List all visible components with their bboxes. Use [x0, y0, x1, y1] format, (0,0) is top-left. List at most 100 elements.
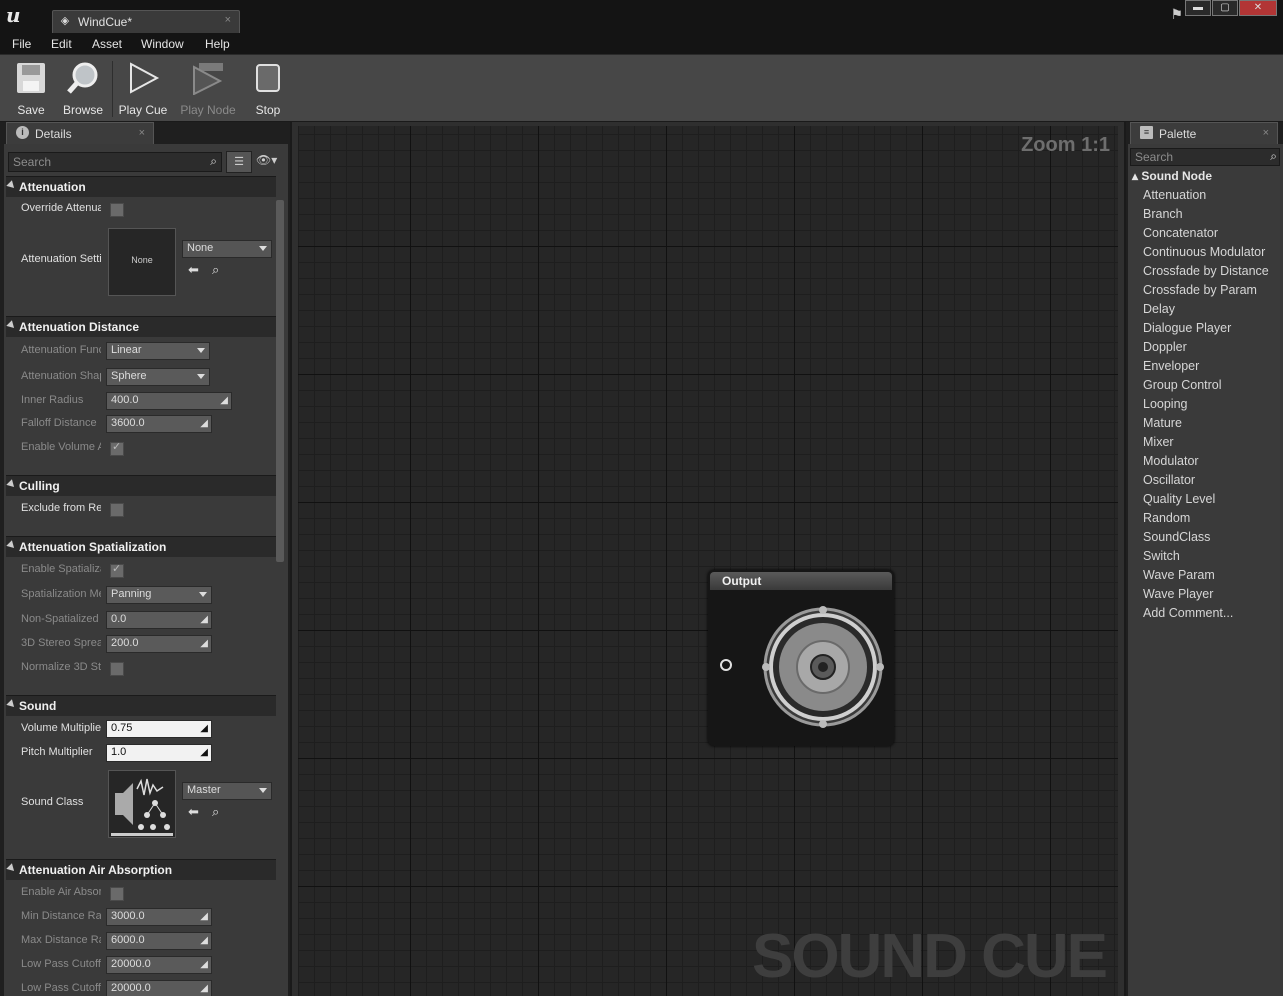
play-cue-button[interactable]: Play Cue	[116, 59, 170, 117]
max-distance-range-input[interactable]: 6000.0 ◢	[106, 932, 212, 950]
play-node-icon	[193, 63, 223, 95]
category-culling[interactable]: Culling	[6, 475, 276, 496]
palette-item[interactable]: Doppler	[1143, 340, 1187, 354]
category-attenuation-distance[interactable]: Attenuation Distance	[6, 316, 276, 337]
lowpass-max-input[interactable]: 20000.0 ◢	[106, 980, 212, 996]
document-tab[interactable]: ◈ WindCue* ×	[52, 10, 240, 33]
palette-item[interactable]: Add Comment...	[1143, 606, 1233, 620]
maximize-button[interactable]: ▢	[1212, 0, 1238, 16]
palette-item[interactable]: Random	[1143, 511, 1190, 525]
enable-spatialization-checkbox[interactable]	[110, 562, 124, 578]
browse-asset-icon[interactable]: ⌕	[212, 804, 219, 820]
palette-item[interactable]: Enveloper	[1143, 359, 1199, 373]
use-selected-arrow-icon[interactable]: ⬅	[188, 262, 199, 278]
category-attenuation-spatialization[interactable]: Attenuation Spatialization	[6, 536, 276, 557]
feedback-icon[interactable]: ⚑	[1170, 6, 1183, 23]
output-node[interactable]: Output	[708, 570, 894, 746]
category-air-absorption[interactable]: Attenuation Air Absorption	[6, 859, 276, 880]
browse-button[interactable]: Browse	[60, 59, 106, 117]
save-button[interactable]: Save	[8, 59, 54, 117]
palette-item[interactable]: Oscillator	[1143, 473, 1195, 487]
collapse-arrow-icon	[6, 699, 17, 710]
view-options-button[interactable]: ☰	[226, 151, 252, 173]
palette-item[interactable]: Mixer	[1143, 435, 1174, 449]
close-palette-tab-icon[interactable]: ×	[1263, 127, 1269, 139]
drag-handle-icon: ◢	[200, 723, 208, 734]
chevron-down-icon	[259, 246, 267, 251]
palette-category-sound-node[interactable]: ▴ Sound Node	[1132, 169, 1212, 183]
play-icon	[130, 62, 160, 94]
menu-bar: File Edit Asset Window Help	[0, 34, 1283, 54]
category-sound[interactable]: Sound	[6, 695, 276, 716]
play-node-button[interactable]: Play Node	[178, 59, 238, 117]
menu-asset[interactable]: Asset	[92, 37, 122, 51]
output-node-header: Output	[710, 572, 892, 590]
falloff-distance-input[interactable]: 3600.0 ◢	[106, 415, 212, 433]
close-details-tab-icon[interactable]: ×	[139, 127, 145, 139]
palette-item[interactable]: Delay	[1143, 302, 1175, 316]
palette-item[interactable]: Modulator	[1143, 454, 1199, 468]
collapse-arrow-icon	[6, 863, 17, 874]
palette-item[interactable]: Wave Player	[1143, 587, 1213, 601]
details-search-input[interactable]: Search ⌕	[8, 152, 222, 172]
volume-multiplier-input[interactable]: 0.75 ◢	[106, 720, 212, 738]
palette-item[interactable]: Dialogue Player	[1143, 321, 1231, 335]
palette-item[interactable]: Quality Level	[1143, 492, 1215, 506]
palette-tab[interactable]: ≡ Palette ×	[1130, 122, 1278, 145]
window-close-button[interactable]: ✕	[1239, 0, 1277, 16]
menu-window[interactable]: Window	[141, 37, 184, 51]
palette-item[interactable]: Crossfade by Param	[1143, 283, 1257, 297]
palette-search-input[interactable]: Search ⌕	[1130, 148, 1280, 166]
pitch-multiplier-input[interactable]: 1.0 ◢	[106, 744, 212, 762]
details-panel: i Details × Search ⌕ ☰ 👁▾ Attenuation Ov…	[0, 122, 290, 996]
eye-icon[interactable]: 👁▾	[256, 153, 277, 167]
browse-asset-icon[interactable]: ⌕	[212, 262, 219, 278]
sound-class-thumbnail[interactable]	[108, 770, 176, 838]
category-attenuation[interactable]: Attenuation	[6, 176, 276, 197]
menu-edit[interactable]: Edit	[51, 37, 72, 51]
close-tab-icon[interactable]: ×	[225, 14, 231, 26]
menu-file[interactable]: File	[12, 37, 31, 51]
attenuation-asset-thumbnail[interactable]: None	[108, 228, 176, 296]
minimize-button[interactable]: ▬	[1185, 0, 1211, 16]
sound-class-combo[interactable]: Master	[182, 782, 272, 800]
graph-watermark: SOUND CUE	[751, 922, 1108, 991]
drag-handle-icon: ◢	[200, 935, 208, 946]
lowpass-min-input[interactable]: 20000.0 ◢	[106, 956, 212, 974]
palette-item[interactable]: Group Control	[1143, 378, 1222, 392]
palette-item[interactable]: Concatenator	[1143, 226, 1218, 240]
palette-item[interactable]: Mature	[1143, 416, 1182, 430]
sound-cue-graph[interactable]: Zoom 1:1 SOUND CUE Output	[298, 126, 1118, 996]
palette-item[interactable]: Branch	[1143, 207, 1183, 221]
use-selected-arrow-icon[interactable]: ⬅	[188, 804, 199, 820]
spatialization-method-combo[interactable]: Panning	[106, 586, 212, 604]
zoom-label: Zoom 1:1	[1021, 134, 1110, 156]
details-tab[interactable]: i Details ×	[6, 122, 154, 145]
stop-icon	[256, 64, 280, 92]
inner-radius-input[interactable]: 400.0 ◢	[106, 392, 232, 410]
stereo-spread-input[interactable]: 200.0 ◢	[106, 635, 212, 653]
enable-volume-checkbox[interactable]	[110, 440, 124, 456]
override-attenuation-checkbox[interactable]	[110, 203, 124, 217]
non-spatialized-radius-input[interactable]: 0.0 ◢	[106, 611, 212, 629]
palette-item[interactable]: Attenuation	[1143, 188, 1206, 202]
attenuation-settings-combo[interactable]: None	[182, 240, 272, 258]
stop-button[interactable]: Stop	[248, 59, 288, 117]
attenuation-function-combo[interactable]: Linear	[106, 342, 210, 360]
input-pin-icon[interactable]	[720, 659, 732, 671]
palette-item[interactable]: Wave Param	[1143, 568, 1215, 582]
drag-handle-icon: ◢	[200, 614, 208, 625]
palette-item[interactable]: Continuous Modulator	[1143, 245, 1265, 259]
enable-air-absorption-checkbox[interactable]	[110, 887, 124, 901]
palette-item[interactable]: SoundClass	[1143, 530, 1210, 544]
min-distance-range-input[interactable]: 3000.0 ◢	[106, 908, 212, 926]
info-icon: i	[16, 126, 29, 139]
normalize-3d-stereo-checkbox[interactable]	[110, 662, 124, 676]
menu-help[interactable]: Help	[205, 37, 230, 51]
palette-item[interactable]: Crossfade by Distance	[1143, 264, 1269, 278]
details-scrollbar[interactable]	[276, 200, 284, 562]
attenuation-shape-combo[interactable]: Sphere	[106, 368, 210, 386]
palette-item[interactable]: Looping	[1143, 397, 1188, 411]
palette-item[interactable]: Switch	[1143, 549, 1180, 563]
exclude-from-reverb-checkbox[interactable]	[110, 503, 124, 517]
